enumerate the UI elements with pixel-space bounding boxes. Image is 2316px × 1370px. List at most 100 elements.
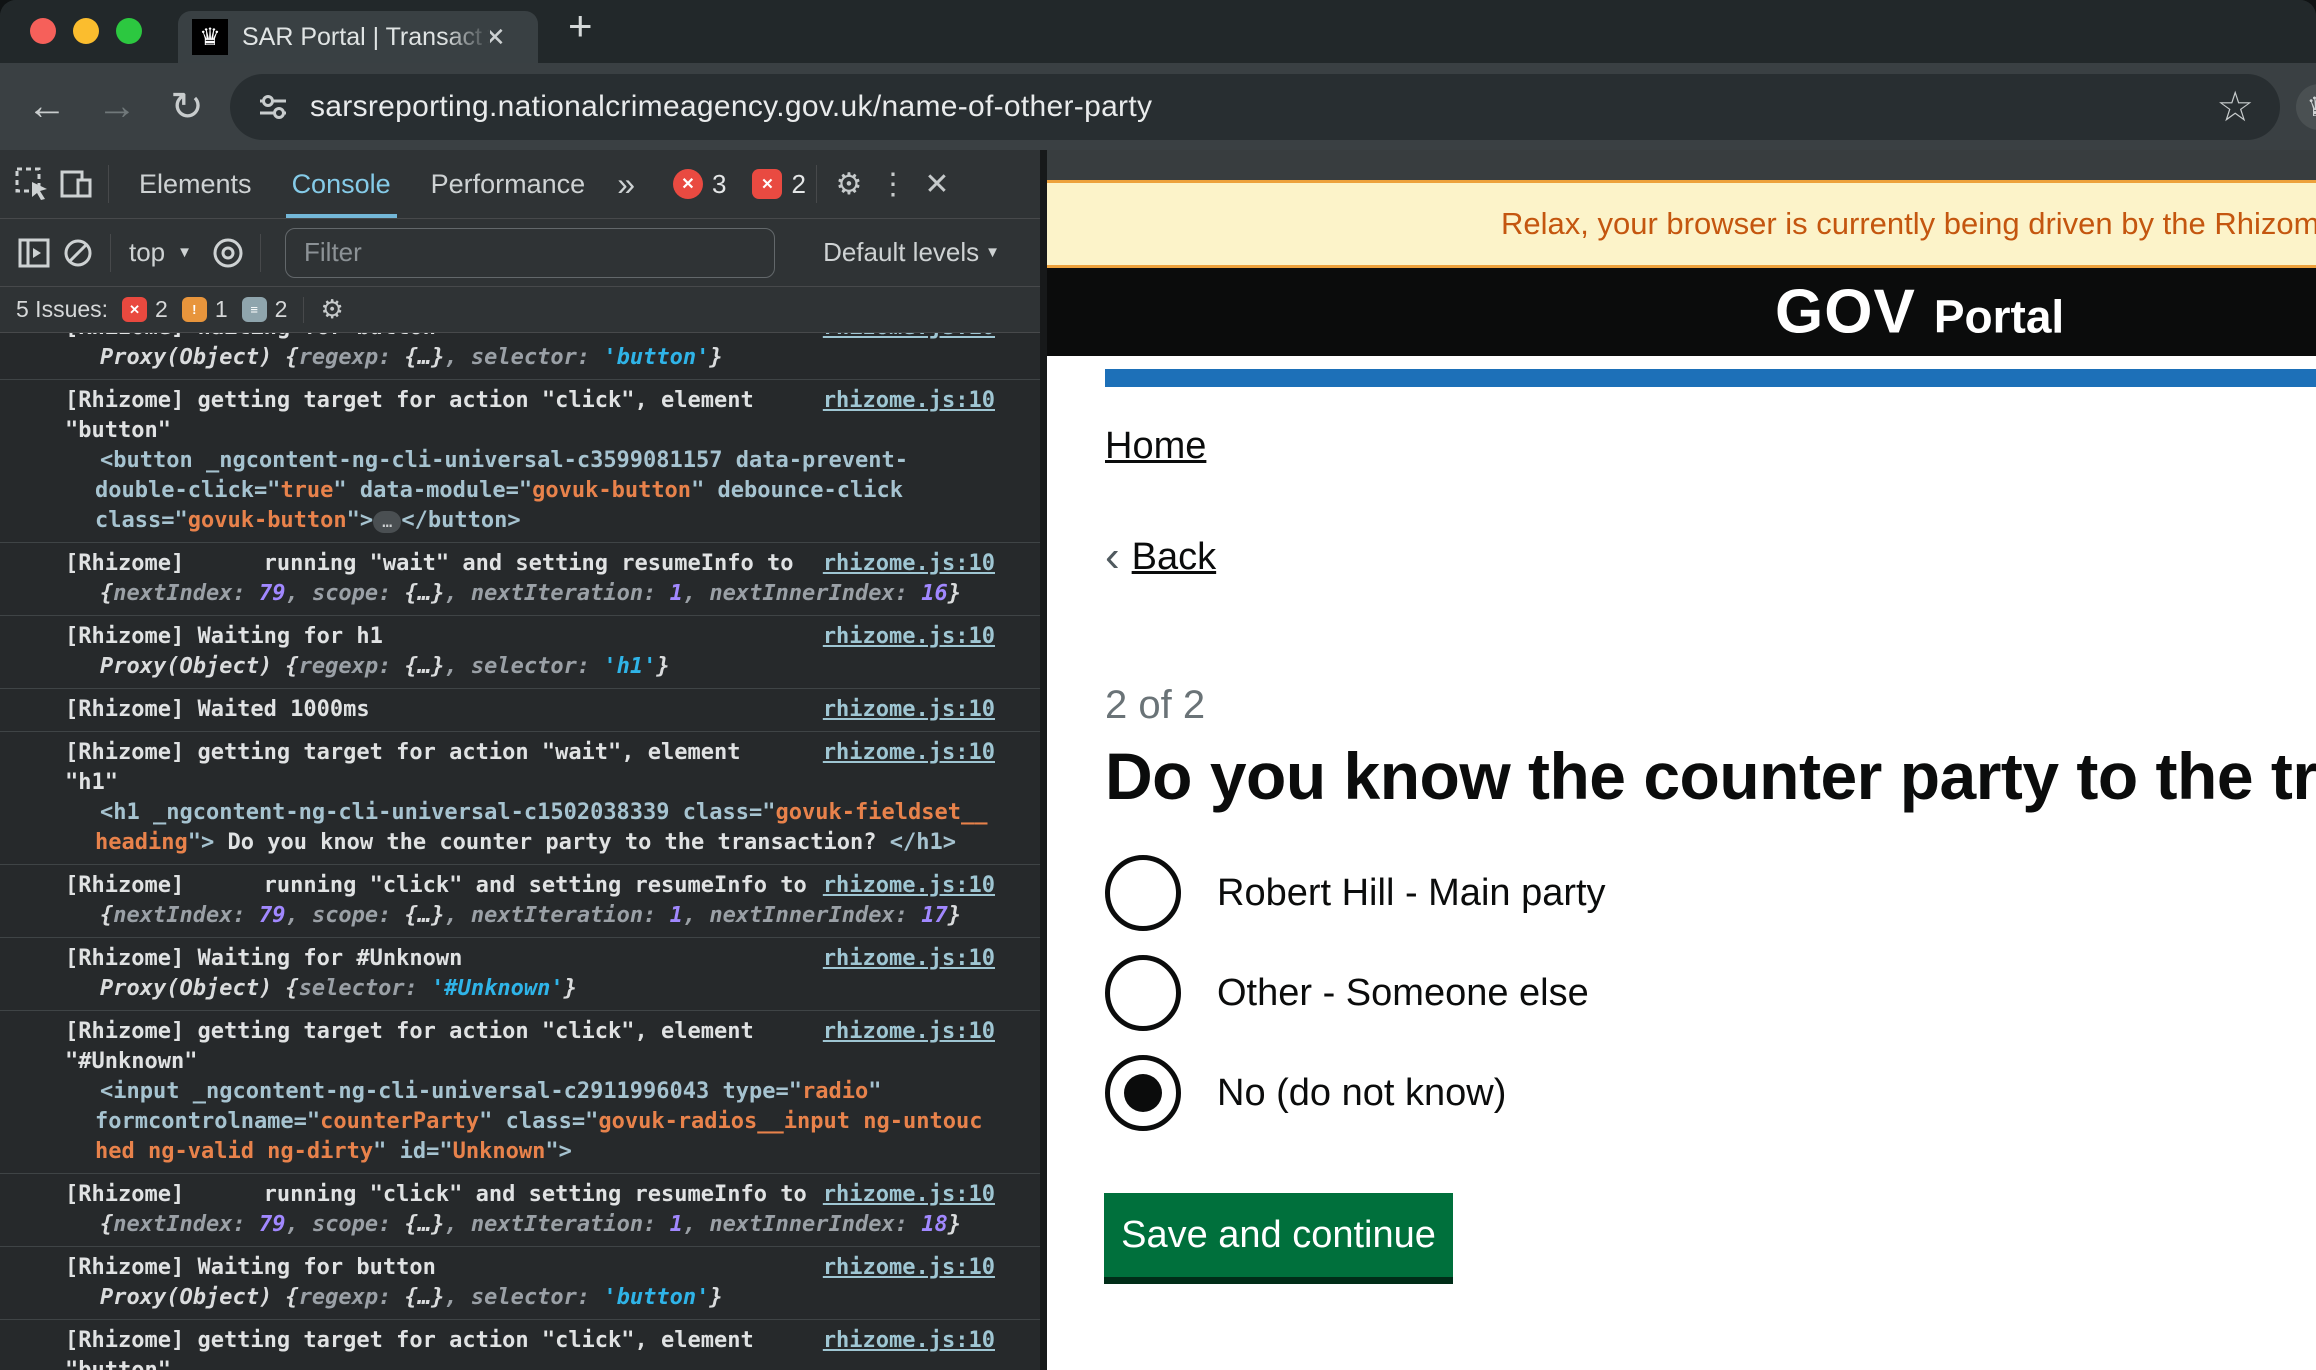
radio-option[interactable]: Robert Hill - Main party bbox=[1105, 855, 1606, 931]
console-log-row: "#Unknown" bbox=[0, 1047, 1040, 1077]
inspect-element-icon[interactable] bbox=[10, 162, 54, 206]
issue-info-icon[interactable]: ≡ bbox=[242, 297, 267, 322]
issue-error-icon[interactable]: ✕ bbox=[122, 297, 147, 322]
radio-button[interactable] bbox=[1105, 955, 1181, 1031]
source-location-link[interactable]: rhizome.js:10 bbox=[823, 871, 1040, 901]
log-levels-dropdown[interactable]: Default levels ▼ bbox=[823, 237, 1028, 268]
issues-flag-badge[interactable]: ✕ 2 bbox=[752, 169, 805, 200]
console-log-list: ▶[Rhizome] Waiting for buttonrhizome.js:… bbox=[0, 333, 1040, 1370]
clear-console-icon[interactable] bbox=[56, 231, 100, 275]
console-log-row: ▶[Rhizome] Waiting for #Unknownrhizome.j… bbox=[0, 944, 1040, 974]
header-blue-bar bbox=[1105, 369, 2316, 387]
tab-elements[interactable]: Elements bbox=[119, 150, 272, 218]
radio-button-selected[interactable] bbox=[1105, 1055, 1181, 1131]
chevron-down-icon: ▼ bbox=[985, 244, 1000, 261]
source-location-link[interactable]: rhizome.js:10 bbox=[823, 1253, 1040, 1283]
portal-logo-text: Portal bbox=[1934, 290, 2064, 344]
automation-banner-text: Relax, your browser is currently being d… bbox=[1501, 206, 2316, 242]
console-filter-input[interactable] bbox=[285, 228, 775, 278]
profile-avatar[interactable]: ♛ bbox=[2296, 84, 2316, 130]
source-location-link[interactable]: rhizome.js:10 bbox=[823, 549, 1040, 579]
source-location-link[interactable]: rhizome.js:10 bbox=[823, 738, 1040, 768]
url-text[interactable]: sarsreporting.nationalcrimeagency.gov.uk… bbox=[310, 90, 2200, 124]
back-icon[interactable]: ← bbox=[24, 84, 70, 130]
bookmark-star-icon[interactable]: ☆ bbox=[2216, 82, 2254, 131]
kebab-menu-icon[interactable]: ⋮ bbox=[871, 162, 915, 206]
context-selector[interactable]: top bbox=[129, 237, 165, 268]
issue-warning-count: 1 bbox=[215, 296, 228, 323]
gov-portal-logo[interactable]: GOV Portal bbox=[1775, 277, 2064, 348]
back-link[interactable]: Back bbox=[1132, 536, 1216, 579]
save-and-continue-button[interactable]: Save and continue bbox=[1104, 1193, 1453, 1277]
source-location-link[interactable]: rhizome.js:10 bbox=[823, 1017, 1040, 1047]
console-log-entry: ▶[Rhizome] Waiting for #Unknownrhizome.j… bbox=[0, 938, 1040, 1011]
console-log-entry: ▶[Rhizome] getting target for action "cl… bbox=[0, 380, 1040, 543]
divider bbox=[110, 234, 111, 272]
issue-warning-icon[interactable]: ! bbox=[182, 297, 207, 322]
forward-icon[interactable]: → bbox=[94, 84, 140, 130]
site-settings-icon[interactable] bbox=[256, 90, 290, 124]
page-top-strip bbox=[1047, 150, 2316, 180]
radio-group: Robert Hill - Main party Other - Someone … bbox=[1105, 855, 1606, 1131]
crown-favicon-icon: ♛ bbox=[192, 19, 228, 55]
browser-tab[interactable]: ♛ SAR Portal | Transaction | Oth ✕ bbox=[178, 11, 538, 63]
issues-label: 5 Issues: bbox=[16, 296, 108, 323]
source-location-link[interactable]: rhizome.js:10 bbox=[823, 695, 1040, 725]
console-log-row: class="govuk-button">…</button> bbox=[0, 506, 1040, 536]
console-log-row: "button" bbox=[0, 416, 1040, 446]
chevron-down-icon: ▼ bbox=[177, 244, 192, 261]
new-tab-button[interactable]: + bbox=[568, 5, 593, 47]
console-sidebar-icon[interactable] bbox=[12, 231, 56, 275]
close-window-button[interactable] bbox=[30, 18, 56, 44]
radio-option[interactable]: Other - Someone else bbox=[1105, 955, 1606, 1031]
source-location-link[interactable]: rhizome.js:10 bbox=[823, 333, 1040, 343]
close-devtools-icon[interactable]: ✕ bbox=[915, 162, 959, 206]
console-log-row: double-click="true" data-module="govuk-b… bbox=[0, 476, 1040, 506]
source-location-link[interactable]: rhizome.js:10 bbox=[823, 1180, 1040, 1210]
source-location-link[interactable]: rhizome.js:10 bbox=[823, 386, 1040, 416]
radio-label: Robert Hill - Main party bbox=[1217, 872, 1606, 915]
console-log-row: ▶{nextIndex: 79, scope: {…}, nextIterati… bbox=[0, 1210, 1040, 1240]
address-bar[interactable]: sarsreporting.nationalcrimeagency.gov.uk… bbox=[230, 74, 2280, 140]
console-log-entry: ▶[Rhizome] Waiting for h1rhizome.js:10▶P… bbox=[0, 616, 1040, 689]
minimize-window-button[interactable] bbox=[73, 18, 99, 44]
more-tabs-icon[interactable]: » bbox=[605, 166, 647, 203]
zoom-window-button[interactable] bbox=[116, 18, 142, 44]
live-expression-eye-icon[interactable] bbox=[206, 231, 250, 275]
devtools-tab-bar: Elements Console Performance » ✕ 3 ✕ 2 ⚙… bbox=[0, 150, 1040, 219]
reload-icon[interactable]: ↻ bbox=[164, 84, 210, 130]
home-link[interactable]: Home bbox=[1105, 425, 1206, 468]
console-log-row: ▶[Rhizome] running "wait" and setting re… bbox=[0, 549, 1040, 579]
console-log-row: "button" bbox=[0, 1356, 1040, 1370]
console-log-row: ▶[Rhizome] getting target for action "cl… bbox=[0, 1017, 1040, 1047]
browser-window: ♛ SAR Portal | Transaction | Oth ✕ + ← →… bbox=[0, 0, 2316, 1370]
page-heading: Do you know the counter party to the tra… bbox=[1105, 738, 2316, 814]
tab-strip: ♛ SAR Portal | Transaction | Oth ✕ + bbox=[0, 0, 2316, 63]
source-location-link[interactable]: rhizome.js:10 bbox=[823, 622, 1040, 652]
radio-option[interactable]: No (do not know) bbox=[1105, 1055, 1606, 1131]
radio-button[interactable] bbox=[1105, 855, 1181, 931]
issues-gear-icon[interactable]: ⚙ bbox=[320, 294, 343, 325]
tab-console[interactable]: Console bbox=[272, 150, 411, 218]
console-log-row: ▶{nextIndex: 79, scope: {…}, nextIterati… bbox=[0, 579, 1040, 609]
console-log-entry: ▶[Rhizome] running "click" and setting r… bbox=[0, 865, 1040, 938]
source-location-link[interactable]: rhizome.js:10 bbox=[823, 944, 1040, 974]
console-log-entry: ▶[Rhizome] running "wait" and setting re… bbox=[0, 543, 1040, 616]
console-log-row: ▶[Rhizome] running "click" and setting r… bbox=[0, 871, 1040, 901]
issue-error-count: 2 bbox=[155, 296, 168, 323]
tab-title-fade bbox=[444, 11, 490, 63]
console-log-row: ▶Proxy(Object) {regexp: {…}, selector: '… bbox=[0, 652, 1040, 682]
source-location-link[interactable]: rhizome.js:10 bbox=[823, 1326, 1040, 1356]
settings-gear-icon[interactable]: ⚙ bbox=[827, 162, 871, 206]
console-log-row: hed ng-valid ng-dirty" id="Unknown"> bbox=[0, 1137, 1040, 1167]
tab-performance[interactable]: Performance bbox=[411, 150, 606, 218]
console-log-entry: ▶[Rhizome] Waited 1000msrhizome.js:10 bbox=[0, 689, 1040, 732]
console-log-entry: ▶[Rhizome] running "click" and setting r… bbox=[0, 1174, 1040, 1247]
console-toolbar: top ▼ Default levels ▼ bbox=[0, 219, 1040, 287]
device-toolbar-icon[interactable] bbox=[54, 162, 98, 206]
console-log-row: ▶[Rhizome] getting target for action "cl… bbox=[0, 1326, 1040, 1356]
console-error-badge[interactable]: ✕ 3 bbox=[673, 169, 726, 200]
console-log-entry: ▶[Rhizome] Waiting for buttonrhizome.js:… bbox=[0, 1247, 1040, 1320]
gov-logo-text: GOV bbox=[1775, 277, 1916, 348]
divider bbox=[303, 297, 304, 323]
